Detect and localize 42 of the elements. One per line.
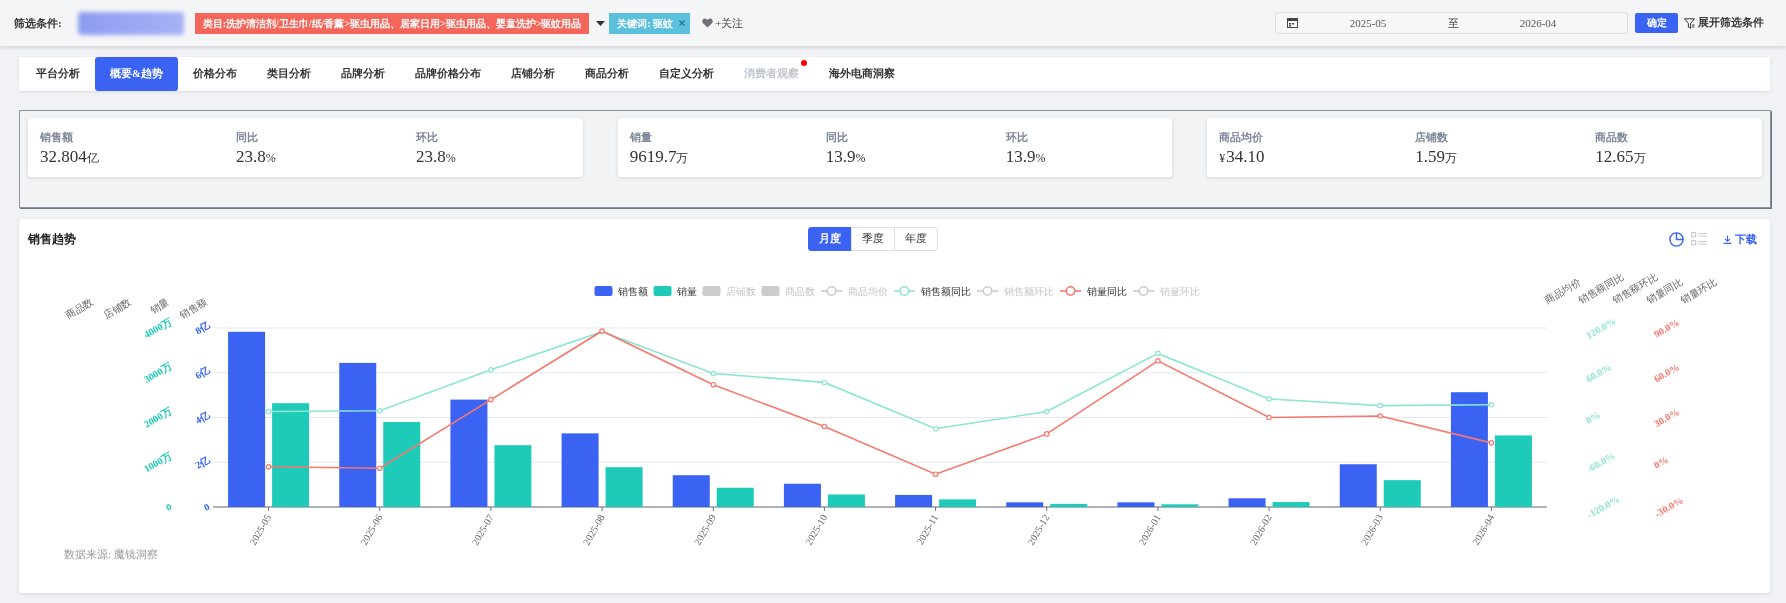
metric-label: 同比 [825,130,848,144]
metric-label: 环比 [416,130,438,144]
metric-label: 商品均价 [1219,130,1264,144]
axis-tick-label: 0% [1651,453,1671,471]
axis-tick-label: 4000万 [141,315,174,341]
legend-label: 销量同比 [1085,285,1127,297]
legend-label: 销售额 [616,285,648,297]
metric-value: 9619.7万 [629,147,689,168]
metric-label: 商品数 [1595,130,1629,144]
metric-value: ¥34.10 [1219,147,1265,168]
metric-label: 店铺数 [1415,130,1449,144]
legend-label: 销量 [675,285,697,297]
filter-label: 筛选条件: [14,15,62,31]
axis-tick-label: 8亿 [193,319,212,337]
axis-tick-label: 4亿 [193,409,212,426]
metric-value: 32.804亿 [40,147,99,168]
axis-tick-label: 0 [163,501,174,513]
axis-tick-label: 2亿 [193,453,212,471]
metric-label: 环比 [1005,130,1028,144]
legend-label: 销售额同比 [919,285,971,297]
metric-value: 13.9% [825,147,866,168]
axis-tick-label: 6亿 [193,364,212,382]
metric-label: 销量 [629,130,652,144]
range-separator: 至 [1446,15,1460,31]
data-source-note: 数据来源: 魔镜洞察 [64,548,158,560]
axis-title: 销售额 [177,296,209,321]
metric-label: 同比 [236,130,258,144]
metric-label: 销售额 [40,130,73,144]
metric-value: 23.8% [236,147,276,168]
axis-tick-label: 1000万 [141,450,174,475]
metric-value: 23.8% [416,147,456,168]
axis-tick-label: 0 [201,501,212,513]
axis-title: 商品数 [63,296,95,321]
axis-tick-label: 0% [1583,409,1603,426]
metric-value: 13.9% [1005,147,1046,168]
axis-tick-label: 3000万 [141,360,174,385]
axis-title: 店铺数 [101,296,133,321]
metric-value: 12.65万 [1595,147,1646,168]
axis-tick-label: 2000万 [141,405,174,430]
chart-title: 销售趋势 [28,230,76,248]
axis-title: 销量 [148,296,171,316]
metric-value: 1.59万 [1415,147,1458,168]
